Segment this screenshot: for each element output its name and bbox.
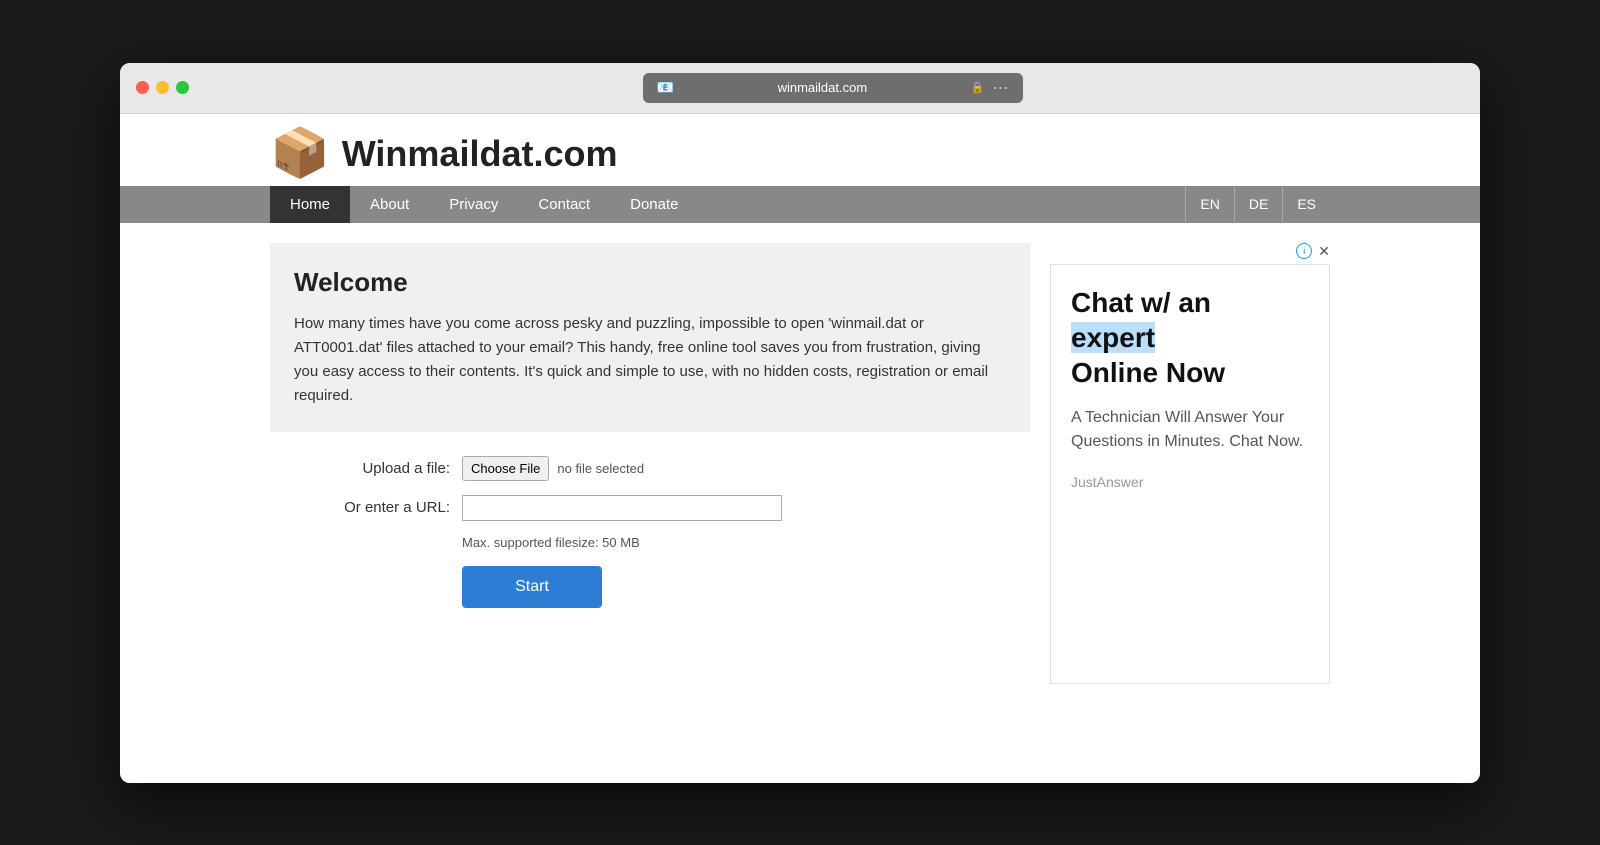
traffic-lights [136,81,189,94]
site-favicon-icon: 📧 [657,79,674,96]
address-bar-wrapper: 📧 winmaildat.com 🔒 ⋯ [201,73,1464,103]
minimize-button[interactable] [156,81,169,94]
main-content: Welcome How many times have you come acr… [270,243,1030,608]
start-button-wrapper: Start [462,566,1010,608]
start-button[interactable]: Start [462,566,602,608]
url-text: winmaildat.com [682,80,963,95]
site-title: Winmaildat.com [342,133,618,175]
nav-item-privacy[interactable]: Privacy [429,186,518,223]
file-upload-row: Upload a file: Choose File no file selec… [290,456,1010,481]
address-bar[interactable]: 📧 winmaildat.com 🔒 ⋯ [643,73,1023,103]
nav-item-home[interactable]: Home [270,186,350,223]
main-layout: Welcome How many times have you come acr… [270,223,1330,704]
maximize-button[interactable] [176,81,189,94]
max-size-text: Max. supported filesize: 50 MB [462,535,1010,550]
upload-label: Upload a file: [290,460,450,477]
url-label: Or enter a URL: [290,499,450,516]
page-content: 📦 Winmaildat.com Home About Privacy Cont… [120,114,1480,783]
browser-window: 📧 winmaildat.com 🔒 ⋯ 📦 Winmaildat.com Ho… [120,63,1480,783]
ad-headline-part2: Online Now [1071,357,1225,388]
url-input[interactable] [462,495,782,521]
site-logo-icon: 📦 [270,130,330,178]
nav-item-donate[interactable]: Donate [610,186,698,223]
nav-item-contact[interactable]: Contact [518,186,610,223]
ad-info-icon[interactable]: i [1296,243,1312,259]
lock-icon: 🔒 [971,81,985,94]
ad-headline: Chat w/ an expert Online Now [1071,285,1309,390]
ad-controls: i ✕ [1050,243,1330,260]
nav-items: Home About Privacy Contact Donate [270,186,1185,223]
lang-en[interactable]: EN [1185,186,1233,222]
ad-source: JustAnswer [1071,474,1309,490]
nav-language: EN DE ES [1185,186,1330,223]
browser-chrome: 📧 winmaildat.com 🔒 ⋯ [120,63,1480,114]
lang-de[interactable]: DE [1234,186,1282,222]
ad-headline-highlight: expert [1071,322,1155,353]
browser-menu-icon[interactable]: ⋯ [993,78,1009,98]
upload-form: Upload a file: Choose File no file selec… [270,456,1030,608]
site-header: 📦 Winmaildat.com [270,114,1330,186]
ad-close-icon[interactable]: ✕ [1318,243,1330,260]
ad-subtext: A Technician Will Answer Your Questions … [1071,406,1309,454]
url-input-row: Or enter a URL: [290,495,1010,521]
ad-box: Chat w/ an expert Online Now A Technicia… [1050,264,1330,684]
lang-es[interactable]: ES [1282,186,1330,222]
sidebar: i ✕ Chat w/ an expert Online Now A Techn… [1050,243,1330,684]
file-input-wrapper: Choose File no file selected [462,456,644,481]
welcome-text: How many times have you come across pesk… [294,312,1006,408]
no-file-text: no file selected [557,461,644,476]
choose-file-button[interactable]: Choose File [462,456,549,481]
welcome-title: Welcome [294,267,1006,298]
welcome-box: Welcome How many times have you come acr… [270,243,1030,432]
close-button[interactable] [136,81,149,94]
site-navigation: Home About Privacy Contact Donate EN DE … [120,186,1480,223]
nav-item-about[interactable]: About [350,186,429,223]
ad-headline-part1: Chat w/ an [1071,287,1211,318]
